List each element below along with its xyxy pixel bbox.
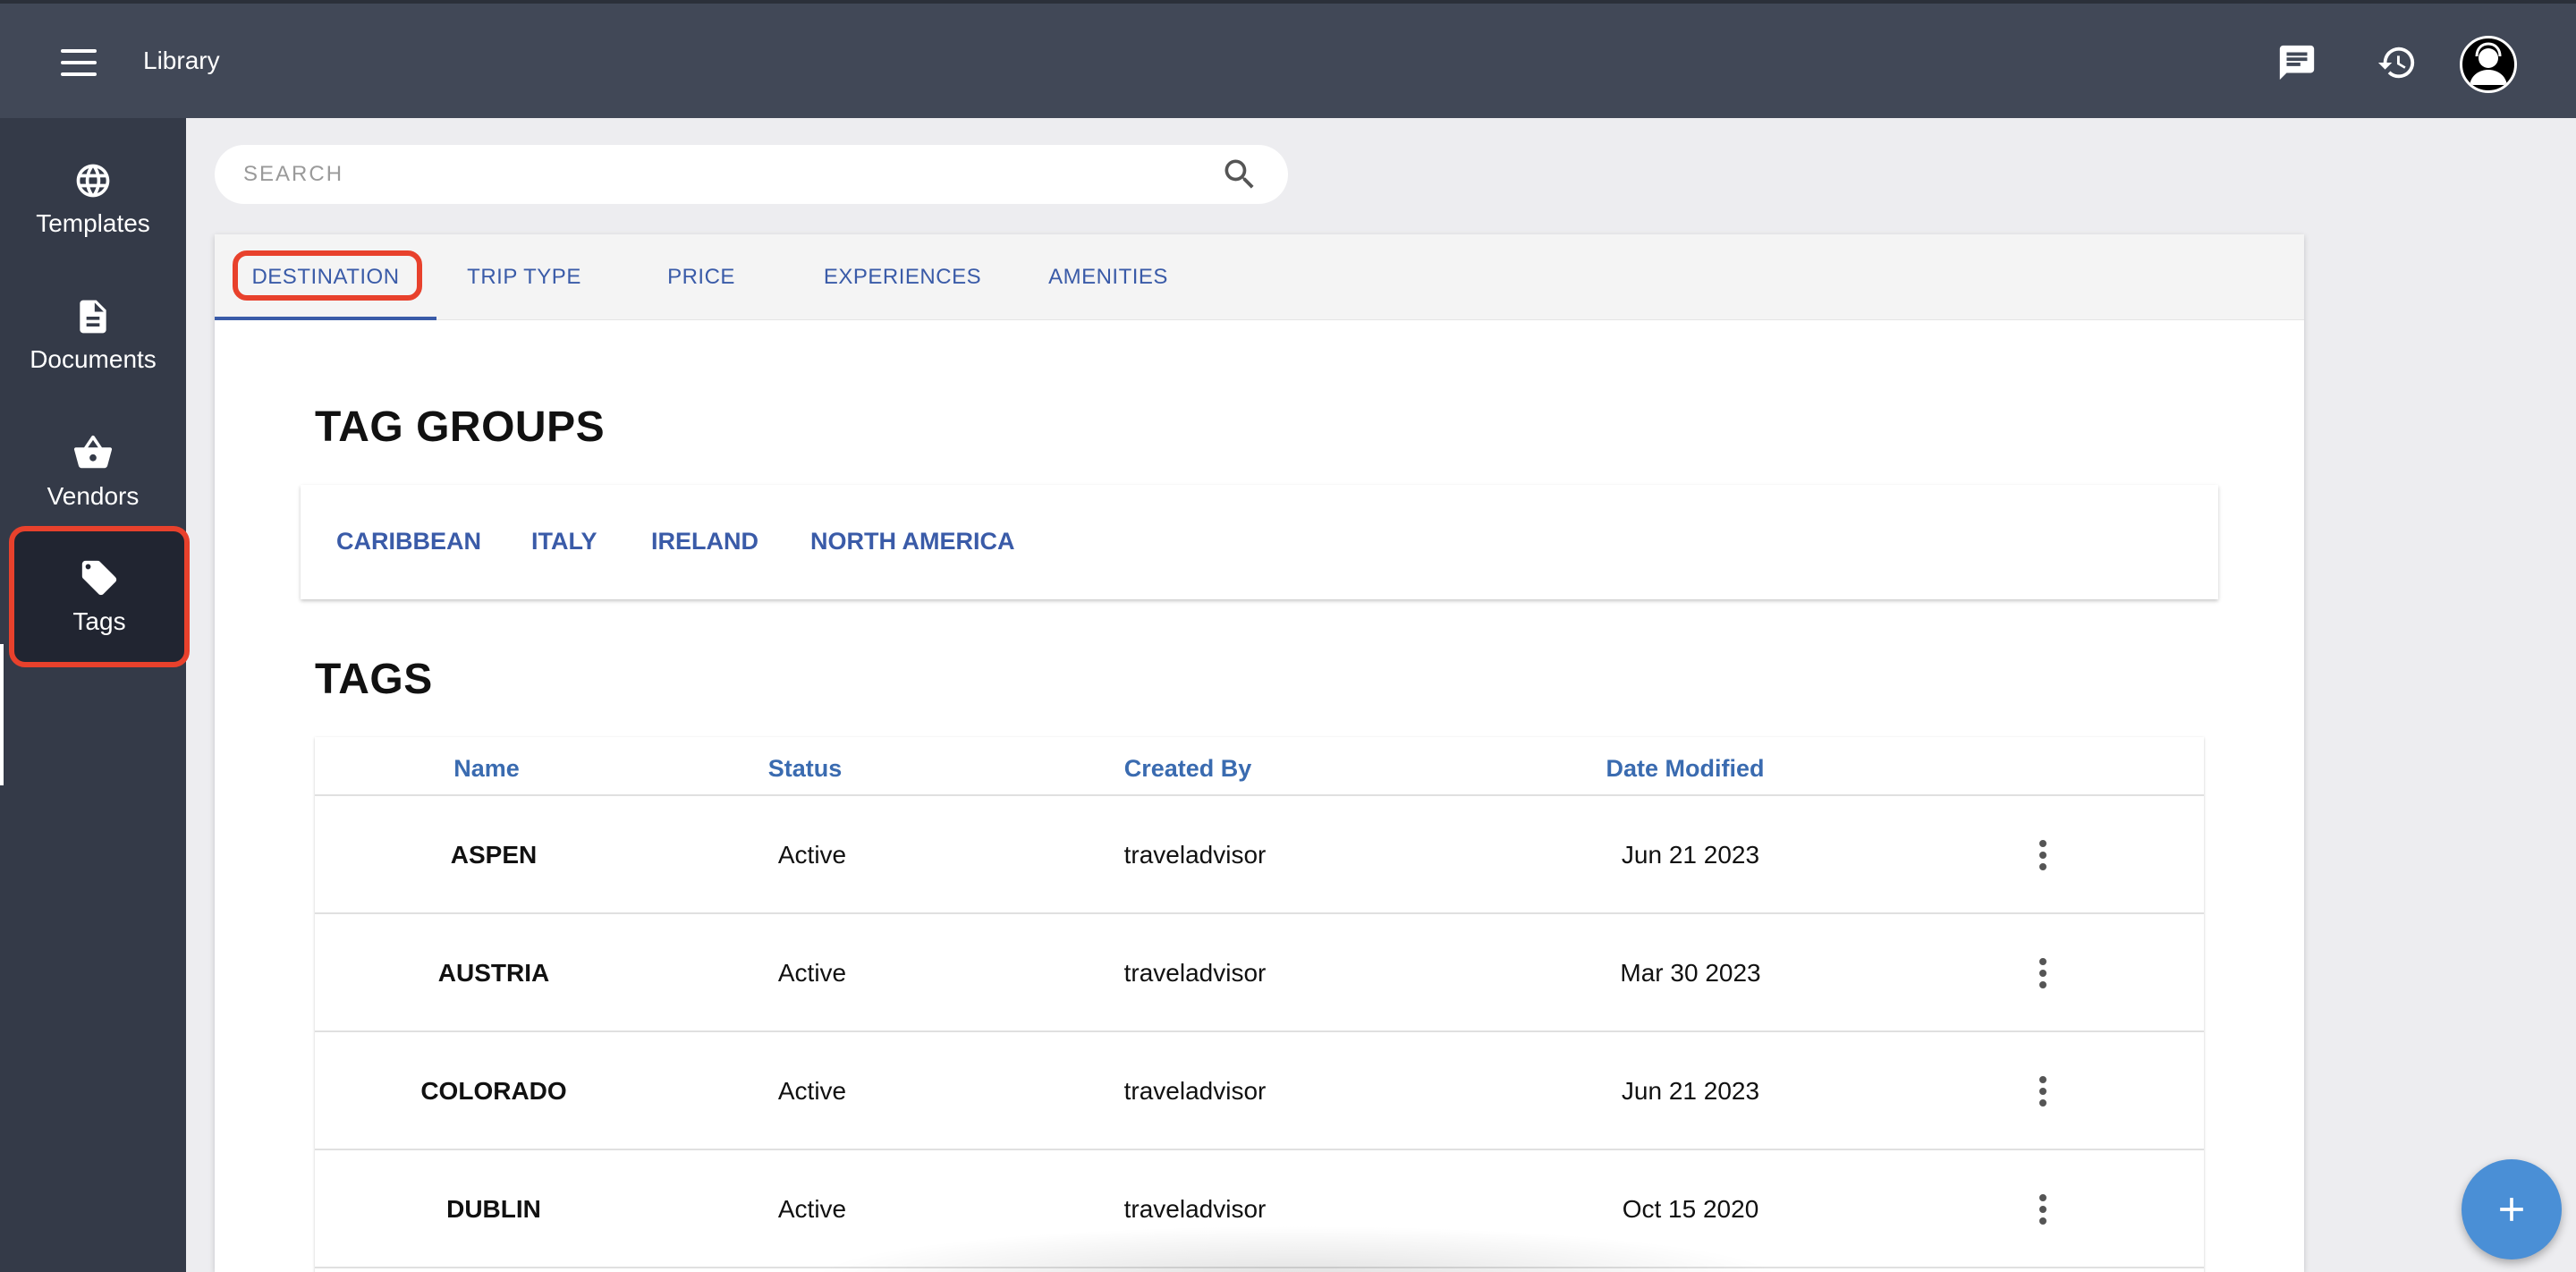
menu-icon[interactable] [54,39,104,86]
table-row[interactable]: DUBLIN Active traveladvisor Oct 15 2020 [315,1150,2204,1268]
tag-status: Active [777,959,847,987]
globe-icon [76,164,110,198]
more-options-icon[interactable] [2025,954,2061,993]
tag-date-modified: Mar 30 2023 [1620,959,1761,987]
column-status[interactable]: Status [768,755,843,783]
tag-created-by: traveladvisor [1123,1077,1267,1105]
tag-name: ASPEN [450,841,538,869]
tag-icon [81,560,117,596]
tags-title: TAGS [315,656,433,703]
column-name[interactable]: Name [453,755,520,783]
tag-created-by: traveladvisor [1123,841,1267,869]
tag-date-modified: Jun 21 2023 [1621,1077,1760,1105]
tag-group-caribbean[interactable]: CARIBBEAN [336,528,481,555]
tab-amenities[interactable]: AMENITIES [1014,234,1202,320]
tag-name: DUBLIN [446,1195,541,1223]
tag-date-modified: Jun 21 2023 [1621,841,1760,869]
table-row[interactable]: AUSTRIA Active traveladvisor Mar 30 2023 [315,914,2204,1032]
plus-icon [2500,1198,2523,1221]
table-row[interactable]: ASPEN Active traveladvisor Jun 21 2023 [315,796,2204,914]
tag-status: Active [777,1077,847,1105]
tag-name: COLORADO [420,1077,567,1105]
search-input[interactable] [243,162,1220,187]
basket-icon [73,435,113,469]
sidebar: Templates Documents Vendors Tags [0,118,190,1272]
tag-created-by: traveladvisor [1123,959,1267,987]
app-title: Library [143,47,220,74]
tag-created-by: traveladvisor [1123,1195,1267,1223]
more-options-icon[interactable] [2025,1072,2061,1111]
tag-groups-title: TAG GROUPS [315,403,606,451]
history-icon[interactable] [2372,38,2422,88]
table-row[interactable]: COLORADO Active traveladvisor Jun 21 202… [315,1032,2204,1150]
chat-icon[interactable] [2272,38,2322,88]
tab-label: PRICE [667,265,735,289]
tag-date-modified: Oct 15 2020 [1622,1195,1759,1223]
table-header: Name Status Created By Date Modified [315,737,2204,796]
tab-bar: DESTINATION TRIP TYPE PRICE EXPERIENCES … [215,234,2304,320]
tag-group-north-america[interactable]: NORTH AMERICA [810,528,1015,555]
sidebar-item-vendors[interactable]: Vendors [0,404,186,538]
tags-table: Name Status Created By Date Modified ASP… [315,737,2204,1272]
tag-status: Active [777,841,847,869]
sidebar-item-tags[interactable]: Tags [9,526,190,667]
sidebar-item-label: Vendors [47,482,140,510]
tab-label: EXPERIENCES [823,265,982,289]
tab-destination[interactable]: DESTINATION [215,234,436,320]
user-avatar[interactable] [2460,36,2517,93]
sidebar-item-label: Templates [36,209,150,237]
tag-groups-list: CARIBBEAN ITALY IRELAND NORTH AMERICA [301,485,2218,599]
sidebar-item-documents[interactable]: Documents [0,268,186,403]
tab-label: AMENITIES [1048,265,1168,289]
document-icon [80,300,106,334]
tag-status: Active [777,1195,847,1223]
tab-price[interactable]: PRICE [612,234,791,320]
column-created-by[interactable]: Created By [1124,755,1252,783]
main-card: DESTINATION TRIP TYPE PRICE EXPERIENCES … [215,234,2304,1272]
tag-group-italy[interactable]: ITALY [531,528,597,555]
add-button[interactable] [2462,1159,2562,1259]
sidebar-item-templates[interactable]: Templates [0,132,186,267]
sidebar-item-label: Documents [30,345,157,373]
column-date-modified[interactable]: Date Modified [1606,755,1764,783]
sidebar-item-label: Tags [72,607,126,635]
tab-trip-type[interactable]: TRIP TYPE [436,234,612,320]
highlight-outline [233,250,422,301]
more-options-icon[interactable] [2025,835,2061,875]
active-indicator [0,644,4,785]
search-bar [215,145,1288,204]
tag-group-ireland[interactable]: IRELAND [651,528,758,555]
top-app-bar: Library [0,0,2576,118]
tag-name: AUSTRIA [437,959,550,987]
tab-experiences[interactable]: EXPERIENCES [791,234,1014,320]
search-icon[interactable] [1220,155,1259,194]
more-options-icon[interactable] [2025,1190,2061,1229]
tab-label: TRIP TYPE [467,265,581,289]
